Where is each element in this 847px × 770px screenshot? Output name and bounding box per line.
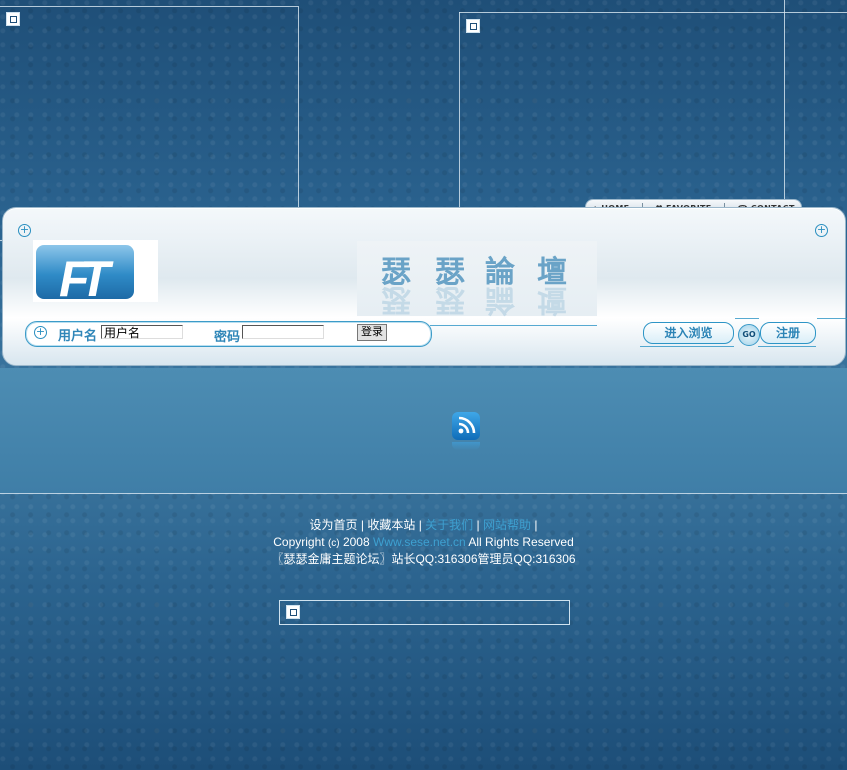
go-button[interactable]: GO	[738, 324, 760, 346]
footer-links: 设为首页 | 收藏本站 | 关于我们 | 网站帮助 |	[0, 517, 847, 534]
site-logo[interactable]: FT	[33, 240, 158, 302]
contact-info: 〖瑟瑟金庸主题论坛〗站长QQ:316306管理员QQ:316306	[271, 552, 576, 566]
rss-glyph	[458, 416, 476, 434]
footer-separator: |	[360, 518, 364, 532]
password-input[interactable]	[242, 325, 324, 339]
footer-separator: |	[476, 518, 480, 532]
window-marker-icon	[286, 605, 300, 619]
copyright-rights: All Rights Reserved	[468, 535, 574, 549]
footer-link-bookmark[interactable]: 收藏本站	[367, 518, 415, 532]
logo-mark: FT	[59, 251, 110, 302]
plus-icon: +	[18, 223, 31, 237]
copyright-symbol: (c)	[327, 538, 340, 549]
footer-link-about[interactable]: 关于我们	[425, 518, 473, 532]
copyright-prefix: Copyright	[273, 535, 325, 549]
window-marker-icon	[6, 12, 20, 26]
plus-icon: +	[815, 223, 828, 237]
rss-icon[interactable]	[452, 412, 480, 450]
password-label: 密码	[214, 330, 241, 345]
content-band	[0, 368, 847, 493]
title-reflection: 瑟	[435, 282, 465, 317]
bar-line	[735, 318, 759, 319]
bar-line	[430, 325, 597, 326]
title-reflection: 瑟	[381, 282, 411, 317]
bar-line	[817, 318, 847, 319]
band-divider	[0, 493, 847, 494]
frame-line	[459, 12, 847, 13]
logo-mask	[135, 240, 158, 302]
bar-line	[640, 346, 734, 347]
footer-separator: |	[418, 518, 422, 532]
footer-link-help[interactable]: 网站帮助	[483, 518, 531, 532]
title-reflection: 壇	[537, 282, 567, 317]
frame-line	[0, 6, 298, 7]
rss-reflection	[452, 442, 480, 450]
footer-separator: |	[534, 518, 538, 532]
enter-browse-button[interactable]: 进入浏览	[643, 322, 734, 344]
footer-link-homepage[interactable]: 设为首页	[310, 518, 358, 532]
bar-line	[758, 346, 816, 347]
login-button[interactable]: 登录	[357, 324, 387, 341]
footer: 设为首页 | 收藏本站 | 关于我们 | 网站帮助 | Copyright (c…	[0, 517, 847, 568]
plus-icon: +	[34, 325, 47, 339]
window-marker-icon	[466, 19, 480, 33]
register-button[interactable]: 注册	[760, 322, 816, 344]
bottom-frame	[279, 600, 570, 625]
site-title: 瑟 瑟 論 壇 瑟 瑟 論 壇	[357, 241, 597, 317]
username-label: 用户名	[58, 329, 98, 344]
rss-badge	[452, 412, 480, 440]
username-input[interactable]: 用户名	[101, 325, 183, 340]
site-domain-link[interactable]: Www.sese.net.cn	[373, 535, 466, 549]
copyright: Copyright (c) 2008 Www.sese.net.cn All R…	[0, 534, 847, 551]
title-reflection: 論	[485, 282, 515, 317]
copyright-year: 2008	[342, 535, 370, 549]
